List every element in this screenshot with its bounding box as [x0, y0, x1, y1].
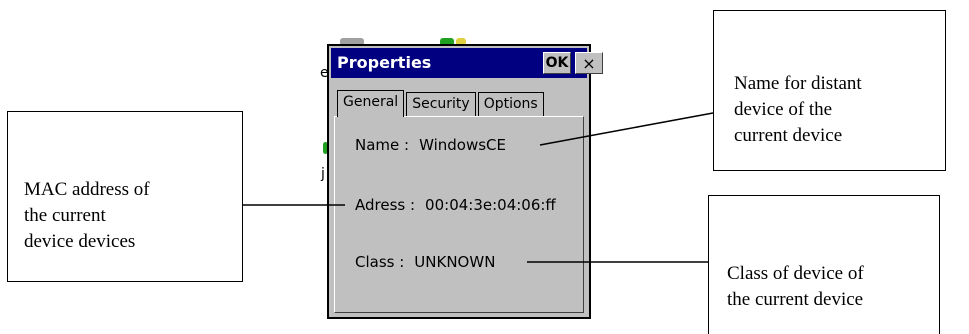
tab-general[interactable]: General: [337, 90, 405, 117]
callout-line: the current: [24, 205, 106, 226]
name-callout: Name for distant device of the current d…: [713, 10, 946, 171]
class-callout: Class of device of the current device: [708, 195, 940, 334]
callout-line: Name for distant: [734, 73, 862, 94]
callout-line: the current device: [727, 289, 864, 310]
name-connector-line: [539, 112, 714, 146]
mac-callout: MAC address of the current device device…: [7, 111, 243, 282]
callout-line: device of the: [734, 99, 833, 120]
callout-line: MAC address of: [24, 179, 150, 200]
callout-line: device devices: [24, 231, 136, 252]
callout-line: Class of device of: [727, 263, 864, 284]
callout-line: current device: [734, 125, 843, 146]
